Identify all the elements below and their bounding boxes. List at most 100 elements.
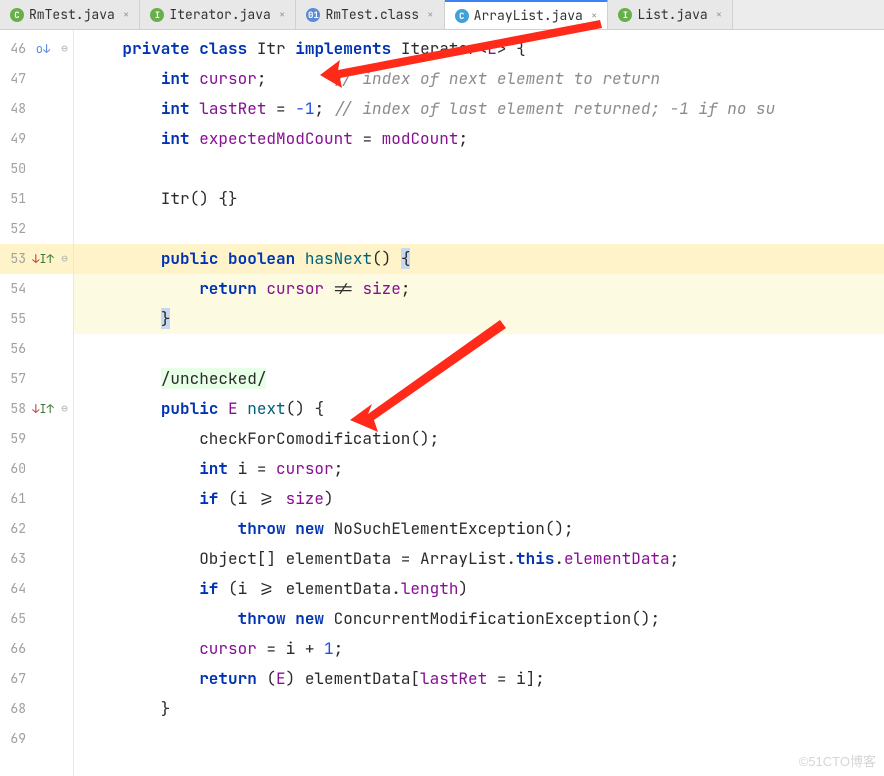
close-icon[interactable]: × [716,8,723,22]
fold-toggle [56,124,73,154]
close-icon[interactable]: × [123,8,130,22]
fold-toggle [56,514,73,544]
gutter-mark [30,214,56,244]
watermark: ©51CTO博客 [799,751,876,770]
gutter-mark [30,94,56,124]
line-number[interactable]: 49 [0,124,30,154]
annotation-arrow-1 [320,20,620,180]
line-number[interactable]: 66 [0,634,30,664]
line-number[interactable]: 47 [0,64,30,94]
fold-toggle [56,304,73,334]
code-line[interactable]: throw new NoSuchElementException(); [74,514,884,544]
gutter-mark [30,484,56,514]
fold-toggle [56,424,73,454]
code-line[interactable] [74,214,884,244]
fold-toggle [56,544,73,574]
code-line[interactable]: public boolean hasNext() { [74,244,884,274]
code-line[interactable]: return (E) elementData[lastRet = i]; [74,664,884,694]
line-number[interactable]: 63 [0,544,30,574]
code-line[interactable]: throw new ConcurrentModificationExceptio… [74,604,884,634]
line-number[interactable]: 53 [0,244,30,274]
fold-toggle [56,724,73,754]
tab-iterator-java[interactable]: I Iterator.java × [140,0,296,29]
line-number[interactable]: 57 [0,364,30,394]
tab-label: List.java [637,6,707,23]
gutter-mark [30,664,56,694]
code-line[interactable]: if (i >= elementData.length) [74,574,884,604]
fold-toggle [56,214,73,244]
code-line[interactable]: cursor = i + 1; [74,634,884,664]
gutter-mark [30,634,56,664]
fold-toggle [56,454,73,484]
fold-toggle [56,184,73,214]
file-type-icon: 01 [306,8,320,22]
line-number[interactable]: 52 [0,214,30,244]
line-number[interactable]: 58 [0,394,30,424]
line-number[interactable]: 55 [0,304,30,334]
line-number[interactable]: 67 [0,664,30,694]
fold-toggle [56,334,73,364]
line-number[interactable]: 68 [0,694,30,724]
fold-toggle[interactable]: ⊖ [56,394,73,424]
gutter-mark [30,724,56,754]
fold-toggle [56,154,73,184]
code-line[interactable]: int i = cursor; [74,454,884,484]
gutter-mark [30,604,56,634]
code-line[interactable]: Itr() {} [74,184,884,214]
gutter-mark [30,694,56,724]
fold-toggle [56,694,73,724]
gutter-mark[interactable]: ↓I↑ [30,244,56,274]
code-line[interactable]: return cursor != size; [74,274,884,304]
gutter-mark [30,364,56,394]
line-number[interactable]: 64 [0,574,30,604]
gutter-markers: o↓ ↓I↑ ↓I↑ [30,30,56,776]
line-number[interactable]: 69 [0,724,30,754]
annotation-arrow-2 [350,320,510,440]
code-line[interactable]: } [74,694,884,724]
fold-toggle [56,604,73,634]
tab-label: Iterator.java [169,6,270,23]
line-number[interactable]: 65 [0,604,30,634]
line-number[interactable]: 62 [0,514,30,544]
gutter-mark [30,544,56,574]
gutter-mark [30,64,56,94]
fold-toggle[interactable]: ⊖ [56,244,73,274]
line-number[interactable]: 46 [0,34,30,64]
close-icon[interactable]: × [279,8,286,22]
file-type-icon: I [618,8,632,22]
gutter-mark [30,574,56,604]
gutter-mark [30,184,56,214]
fold-toggle [56,664,73,694]
file-type-icon: C [10,8,24,22]
line-number[interactable]: 54 [0,274,30,304]
gutter-mark[interactable]: o↓ [30,34,56,64]
code-line[interactable]: if (i >= size) [74,484,884,514]
fold-toggle[interactable]: ⊖ [56,34,73,64]
tab-list-java[interactable]: I List.java × [608,0,733,29]
fold-toggle [56,94,73,124]
code-line[interactable]: Object[] elementData = ArrayList.this.el… [74,544,884,574]
gutter-mark [30,514,56,544]
fold-toggle [56,364,73,394]
gutter-mark [30,274,56,304]
gutter-mark[interactable]: ↓I↑ [30,394,56,424]
line-number[interactable]: 60 [0,454,30,484]
fold-toggle [56,484,73,514]
gutter-mark [30,454,56,484]
line-number[interactable]: 50 [0,154,30,184]
code-line[interactable] [74,724,884,754]
line-number[interactable]: 51 [0,184,30,214]
gutter-mark [30,124,56,154]
gutter-mark [30,154,56,184]
gutter-mark [30,334,56,364]
file-type-icon: I [150,8,164,22]
tab-label: RmTest.java [29,6,115,23]
line-number[interactable]: 61 [0,484,30,514]
fold-toggle [56,574,73,604]
line-number[interactable]: 48 [0,94,30,124]
gutter-fold: ⊖ ⊖ ⊖ [56,30,74,776]
fold-toggle [56,634,73,664]
tab-rmtest-java[interactable]: C RmTest.java × [0,0,140,29]
line-number[interactable]: 59 [0,424,30,454]
line-number[interactable]: 56 [0,334,30,364]
